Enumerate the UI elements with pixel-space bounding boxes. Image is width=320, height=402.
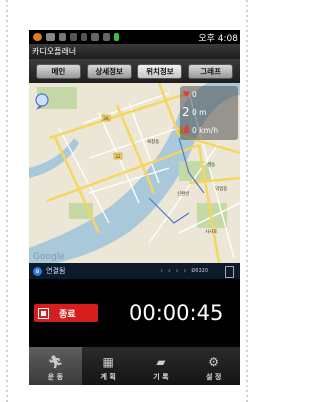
usb-icon [59, 33, 66, 41]
phone-screen: 오후 4:08 카디오플래너 메인 상세정보 위치정보 그래프 36 32 복창… [29, 30, 240, 385]
tab-main[interactable]: 메인 [35, 63, 81, 79]
no-sim-icon [103, 33, 110, 41]
battery-icon [114, 33, 119, 41]
runner-icon: 🏃︎ [47, 355, 63, 369]
tab-details[interactable]: 상세정보 [86, 63, 132, 79]
status-bar: 오후 4:08 [29, 30, 240, 44]
status-notification-icon [46, 33, 55, 41]
connection-bar: ʙ 연결됨 D6320 › › › › › [29, 263, 240, 279]
map-label-ikeopdong: 익업동 [215, 185, 227, 192]
control-panel: 종료 00:00:45 [29, 279, 240, 347]
wifi-icon [91, 33, 99, 41]
map-view[interactable]: 36 32 32 복창동 성동 신환빈 익업동 사사포 Google 2 0 0… [29, 83, 240, 263]
nav-record[interactable]: ▰ 기 록 [135, 347, 188, 385]
google-logo: Google [33, 252, 65, 262]
map-label-seongdong: 성동 [207, 161, 215, 168]
calendar-icon: ▦ [102, 355, 114, 369]
map-label-32a: 32 [115, 154, 121, 160]
nav-exercise[interactable]: 🏃︎ 운 동 [29, 347, 82, 385]
distance-value: 0 m [192, 108, 207, 117]
connection-status: 연결됨 [46, 267, 66, 275]
tab-graph[interactable]: 그래프 [188, 63, 234, 79]
stop-button-label: 종료 [59, 309, 76, 320]
stats-icons: 2 [182, 90, 190, 133]
map-label-sinhwanbin: 신환빈 [177, 190, 189, 197]
page-right-dots [246, 0, 248, 402]
stats-overlay: 2 0 0 m 0 km/h [180, 86, 238, 140]
stop-button[interactable]: 종료 [34, 304, 98, 322]
heart-rate-value: 0 [192, 90, 197, 99]
nav-settings[interactable]: ⚙ 설 정 [187, 347, 240, 385]
map-label-bokchang: 복창동 [147, 138, 159, 145]
sync-icon [70, 33, 77, 41]
status-app-icon [33, 33, 42, 41]
bottom-nav: 🏃︎ 운 동 ▦ 계 획 ▰ 기 록 ⚙ 설 정 [29, 347, 240, 385]
map-label-36: 36 [103, 116, 109, 122]
speed-icon [183, 123, 190, 133]
speed-value: 0 km/h [192, 126, 219, 135]
app-title: 카디오플래너 [29, 44, 240, 59]
stop-icon [38, 307, 49, 319]
gear-icon: ⚙ [208, 355, 220, 369]
distance-icon: 2 [182, 105, 190, 119]
bluetooth-icon: ʙ [33, 266, 42, 276]
heart-icon [183, 90, 190, 97]
nav-plan[interactable]: ▦ 계 획 [82, 347, 135, 385]
tab-location[interactable]: 위치정보 [137, 63, 183, 79]
briefcase-icon: ▰ [156, 355, 166, 369]
page-left-dots [6, 0, 8, 402]
status-time: 오후 4:08 [198, 33, 238, 44]
workout-timer: 00:00:45 [129, 301, 224, 325]
bluetooth-status-icon [81, 33, 87, 41]
transfer-arrows-icon: › › › › › [160, 266, 196, 275]
map-label-sasapo: 사사포 [205, 228, 217, 235]
tab-bar: 메인 상세정보 위치정보 그래프 [29, 59, 240, 83]
phone-icon [225, 266, 234, 278]
